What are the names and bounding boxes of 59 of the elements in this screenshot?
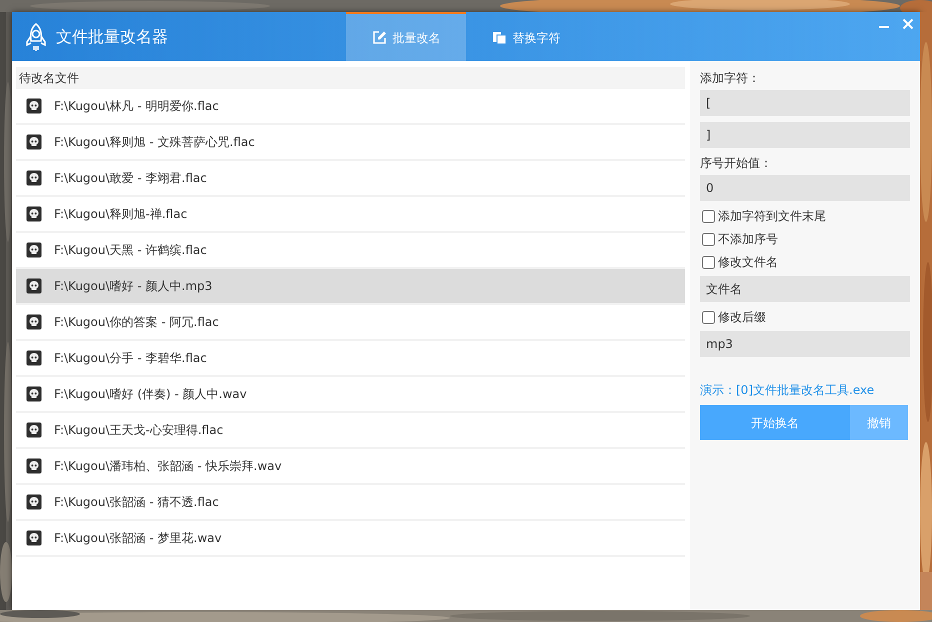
file-path: F:\Kugou\林凡 - 明明爱你.flac [54,98,219,115]
file-path: F:\Kugou\张韶涵 - 猜不透.flac [54,494,219,511]
file-path: F:\Kugou\敢爱 - 李翊君.flac [54,170,207,187]
checkbox-label: 修改后缀 [718,309,766,326]
field-label: 添加字符： [700,70,761,87]
close-icon[interactable] [902,18,914,30]
skull-icon [26,242,42,258]
file-row[interactable]: F:\Kugou\释则旭 - 文殊菩萨心咒.flac [16,125,685,161]
checkbox-label: 修改文件名 [718,254,778,271]
skull-icon [26,314,42,330]
preview-text: 演示：[0]文件批量改名工具.exe [700,382,876,399]
file-row[interactable]: F:\Kugou\你的答案 - 阿冗.flac [16,305,685,341]
window-title: 文件批量改名器 [56,26,168,48]
file-row[interactable]: F:\Kugou\释则旭-禅.flac [16,197,685,233]
checkbox-label: 添加字符到文件末尾 [718,208,826,225]
file-path: F:\Kugou\潘玮柏、张韶涵 - 快乐崇拜.wav [54,458,282,475]
field-label: 序号开始值： [700,155,773,172]
checkbox[interactable] [702,232,715,246]
file-path: F:\Kugou\嗜好 - 颜人中.mp3 [54,278,212,295]
skull-icon [26,170,42,186]
input-field[interactable]: mp3 [700,331,910,357]
file-row[interactable]: F:\Kugou\嗜好 (伴奏) - 颜人中.wav [16,377,685,413]
skull-icon [26,494,42,510]
checkbox-label: 不添加序号 [718,231,778,248]
skull-icon [26,530,42,546]
skull-icon [26,206,42,222]
file-path: F:\Kugou\天黑 - 许鹤缤.flac [54,242,207,259]
file-row[interactable]: F:\Kugou\张韶涵 - 梦里花.wav [16,521,685,557]
file-row[interactable]: F:\Kugou\王天戈-心安理得.flac [16,413,685,449]
column-header: 待改名文件 [19,70,79,87]
skull-icon [26,98,42,114]
input-field[interactable]: ] [700,122,910,148]
checkbox[interactable] [702,256,715,268]
skull-icon [26,278,42,294]
file-path: F:\Kugou\释则旭 - 文殊菩萨心咒.flac [54,134,255,151]
checkbox[interactable] [702,310,715,324]
file-row[interactable]: F:\Kugou\张韶涵 - 猜不透.flac [16,485,685,521]
edit-icon [372,30,386,45]
file-path: F:\Kugou\你的答案 - 阿冗.flac [54,314,219,331]
file-row[interactable]: F:\Kugou\嗜好 - 颜人中.mp3 [16,269,685,305]
file-path: F:\Kugou\王天戈-心安理得.flac [54,422,224,439]
input-field[interactable]: [ [700,90,910,116]
file-path: F:\Kugou\嗜好 (伴奏) - 颜人中.wav [54,386,247,403]
file-row[interactable]: F:\Kugou\敢爱 - 李翊君.flac [16,161,685,197]
skull-icon [26,458,42,474]
file-path: F:\Kugou\释则旭-禅.flac [54,206,188,223]
file-row[interactable]: F:\Kugou\分手 - 李碧华.flac [16,341,685,377]
file-path: F:\Kugou\分手 - 李碧华.flac [54,350,207,367]
file-row[interactable]: F:\Kugou\潘玮柏、张韶涵 - 快乐崇拜.wav [16,449,685,485]
file-path: F:\Kugou\张韶涵 - 梦里花.wav [54,530,222,547]
skull-icon [26,134,42,150]
checkbox[interactable] [702,210,715,222]
copy-icon [492,30,506,45]
input-field[interactable]: 文件名 [700,276,910,302]
skull-icon [26,350,42,366]
skull-icon [26,422,42,438]
file-row[interactable]: F:\Kugou\林凡 - 明明爱你.flac [16,89,685,125]
input-field[interactable]: 0 [700,175,910,201]
skull-icon [26,386,42,402]
